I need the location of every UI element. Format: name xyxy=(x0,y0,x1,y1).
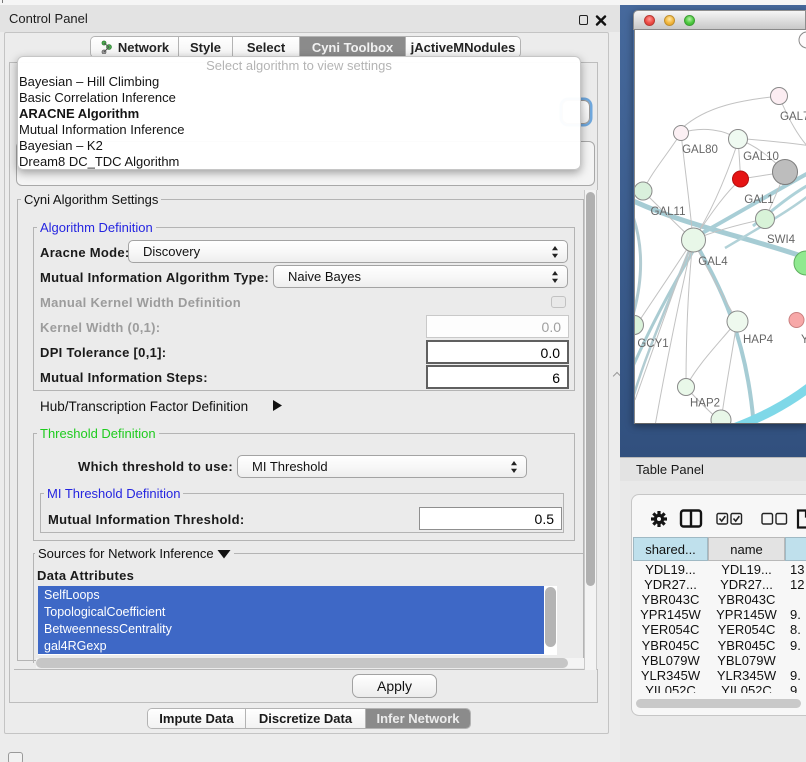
svg-text:GCY1: GCY1 xyxy=(637,338,668,350)
svg-text:GAL80: GAL80 xyxy=(682,144,718,156)
svg-text:GAL4: GAL4 xyxy=(698,256,728,268)
svg-text:GAL10: GAL10 xyxy=(743,151,779,163)
svg-text:HAP2: HAP2 xyxy=(690,398,720,410)
svg-text:GAL1: GAL1 xyxy=(744,194,773,206)
svg-text:GAL7: GAL7 xyxy=(780,111,806,123)
svg-text:GAL11: GAL11 xyxy=(651,206,686,218)
svg-text:Y: Y xyxy=(801,334,806,346)
svg-text:SWI4: SWI4 xyxy=(767,234,796,246)
svg-text:HAP4: HAP4 xyxy=(743,334,774,346)
